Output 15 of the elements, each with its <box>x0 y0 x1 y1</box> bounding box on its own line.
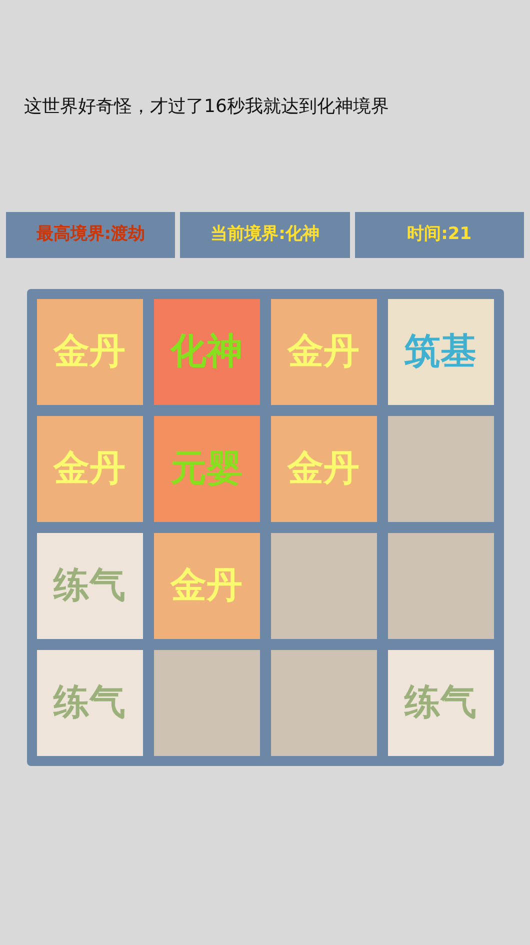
tile: 金丹 <box>270 299 376 405</box>
tile: 金丹 <box>154 533 260 639</box>
tile: 金丹 <box>36 416 142 522</box>
tile: 元婴 <box>154 416 260 522</box>
tile: 化神 <box>154 299 260 405</box>
status-panel: 时间:21 <box>354 212 524 258</box>
tile: 金丹 <box>36 299 142 405</box>
tile: 筑基 <box>388 299 494 405</box>
tile: 练气 <box>36 650 142 756</box>
status-panel: 当前境界:化神 <box>180 212 350 258</box>
status-panel: 最高境界:渡劫 <box>6 212 176 258</box>
tile: 练气 <box>388 650 494 756</box>
tile: 练气 <box>36 533 142 639</box>
message-text: 这世界好奇怪，才过了16秒我就达到化神境界 <box>24 95 390 119</box>
tile: 金丹 <box>270 416 376 522</box>
